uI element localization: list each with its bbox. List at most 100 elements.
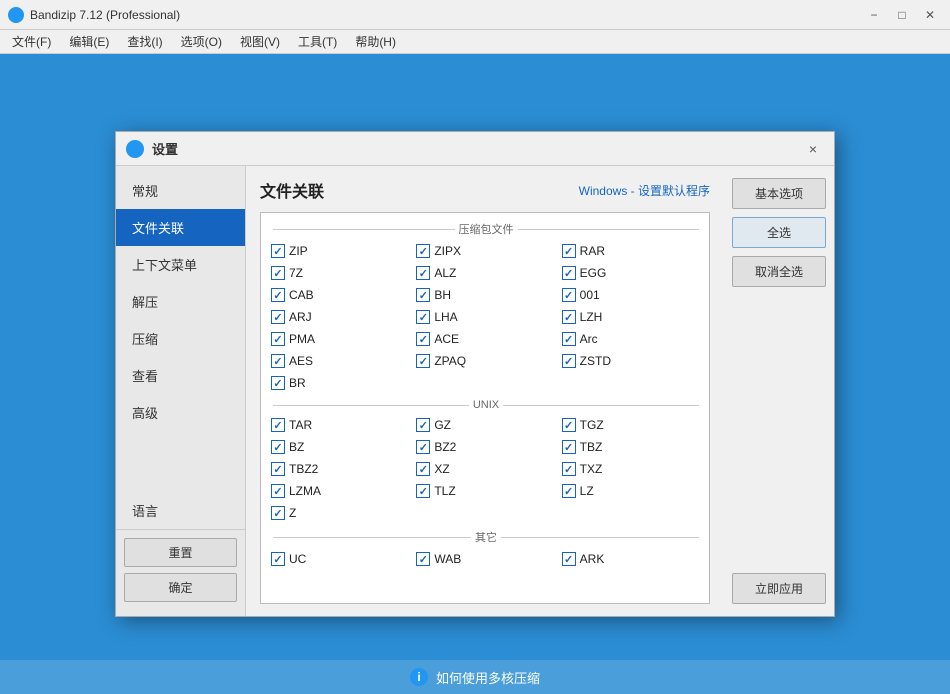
unix-format-grid: TAR GZ TGZ BZ BZ2 TBZ TBZ2 XZ TXZ LZMA T [265, 413, 705, 525]
sidebar-action-buttons: 重置 确定 [116, 529, 245, 610]
list-item: 001 [560, 285, 701, 305]
checkbox-lz[interactable] [562, 484, 576, 498]
checkbox-egg[interactable] [562, 266, 576, 280]
checkbox-br[interactable] [271, 376, 285, 390]
menu-edit[interactable]: 编辑(E) [61, 31, 117, 52]
archive-format-grid: ZIP ZIPX RAR 7Z ALZ EGG CAB BH 001 ARJ L [265, 239, 705, 395]
checkbox-zstd[interactable] [562, 354, 576, 368]
list-item: TAR [269, 415, 410, 435]
checkbox-lha[interactable] [416, 310, 430, 324]
menu-bar: 文件(F) 编辑(E) 查找(I) 选项(O) 视图(V) 工具(T) 帮助(H… [0, 30, 950, 54]
list-item: ALZ [414, 263, 555, 283]
list-item: ARK [560, 549, 701, 569]
checkbox-tar[interactable] [271, 418, 285, 432]
dialog-close-button[interactable]: × [802, 138, 824, 160]
list-item: ZPAQ [414, 351, 555, 371]
basic-options-button[interactable]: 基本选项 [732, 178, 826, 209]
section-label-unix: UNIX [265, 395, 705, 413]
checkbox-tlz[interactable] [416, 484, 430, 498]
checkbox-zip[interactable] [271, 244, 285, 258]
checkbox-aes[interactable] [271, 354, 285, 368]
close-button[interactable]: ✕ [918, 3, 942, 27]
ok-button[interactable]: 确定 [124, 573, 237, 602]
checkbox-001[interactable] [562, 288, 576, 302]
app-title: Bandizip 7.12 (Professional) [30, 8, 862, 22]
list-item: Arc [560, 329, 701, 349]
deselect-all-button[interactable]: 取消全选 [732, 256, 826, 287]
dialog-title: 设置 [152, 139, 802, 158]
checkbox-pma[interactable] [271, 332, 285, 346]
checkbox-arc[interactable] [562, 332, 576, 346]
checkbox-zipx[interactable] [416, 244, 430, 258]
list-item: RAR [560, 241, 701, 261]
list-item: XZ [414, 459, 555, 479]
main-content: 文件关联 Windows - 设置默认程序 压缩包文件 ZIP ZIPX [246, 166, 724, 616]
menu-file[interactable]: 文件(F) [4, 31, 59, 52]
checkbox-7z[interactable] [271, 266, 285, 280]
list-item: BZ2 [414, 437, 555, 457]
window-controls: − □ ✕ [862, 3, 942, 27]
checkbox-lzma[interactable] [271, 484, 285, 498]
menu-options[interactable]: 选项(O) [173, 31, 230, 52]
checkbox-lzh[interactable] [562, 310, 576, 324]
checkbox-xz[interactable] [416, 462, 430, 476]
maximize-button[interactable]: □ [890, 3, 914, 27]
checkbox-rar[interactable] [562, 244, 576, 258]
checkbox-zpaq[interactable] [416, 354, 430, 368]
bottom-bar: i 如何使用多核压缩 [0, 660, 950, 694]
content-title: 文件关联 [260, 178, 324, 202]
sidebar-lang[interactable]: 语言 [116, 492, 245, 529]
sidebar-item-compress[interactable]: 压缩 [116, 320, 245, 357]
menu-find[interactable]: 查找(I) [119, 31, 170, 52]
list-item: 7Z [269, 263, 410, 283]
menu-view[interactable]: 视图(V) [232, 31, 288, 52]
list-item: WAB [414, 549, 555, 569]
checkbox-uc[interactable] [271, 552, 285, 566]
checkbox-gz[interactable] [416, 418, 430, 432]
checkbox-arj[interactable] [271, 310, 285, 324]
checkbox-cab[interactable] [271, 288, 285, 302]
checkbox-tgz[interactable] [562, 418, 576, 432]
reset-button[interactable]: 重置 [124, 538, 237, 567]
checkbox-tbz[interactable] [562, 440, 576, 454]
checkbox-bz[interactable] [271, 440, 285, 454]
other-format-grid: UC WAB ARK [265, 547, 705, 571]
sidebar-item-file-assoc[interactable]: 文件关联 [116, 209, 245, 246]
checkbox-bh[interactable] [416, 288, 430, 302]
checkbox-txz[interactable] [562, 462, 576, 476]
checkbox-wab[interactable] [416, 552, 430, 566]
info-icon: i [410, 668, 428, 686]
list-item: GZ [414, 415, 555, 435]
windows-default-link[interactable]: Windows - 设置默认程序 [579, 182, 710, 199]
list-item: ARJ [269, 307, 410, 327]
list-item: LZ [560, 481, 701, 501]
checkbox-z[interactable] [271, 506, 285, 520]
sidebar-item-extract[interactable]: 解压 [116, 283, 245, 320]
list-item: PMA [269, 329, 410, 349]
sidebar-item-advanced[interactable]: 高级 [116, 394, 245, 431]
list-item: ZSTD [560, 351, 701, 371]
list-item: LZH [560, 307, 701, 327]
list-item: TBZ [560, 437, 701, 457]
sidebar-item-general[interactable]: 常规 [116, 172, 245, 209]
menu-tools[interactable]: 工具(T) [290, 31, 345, 52]
checkbox-bz2[interactable] [416, 440, 430, 454]
menu-help[interactable]: 帮助(H) [347, 31, 404, 52]
sidebar-item-context-menu[interactable]: 上下文菜单 [116, 246, 245, 283]
checklist-wrapper: 压缩包文件 ZIP ZIPX RAR 7Z ALZ EGG CAB BH [260, 212, 710, 604]
sidebar-item-view[interactable]: 查看 [116, 357, 245, 394]
list-item: BR [269, 373, 410, 393]
apply-button[interactable]: 立即应用 [732, 573, 826, 604]
select-all-button[interactable]: 全选 [732, 217, 826, 248]
checkbox-alz[interactable] [416, 266, 430, 280]
checkbox-ark[interactable] [562, 552, 576, 566]
list-item: TGZ [560, 415, 701, 435]
checklist-scroll[interactable]: 压缩包文件 ZIP ZIPX RAR 7Z ALZ EGG CAB BH [261, 213, 709, 603]
list-item: UC [269, 549, 410, 569]
minimize-button[interactable]: − [862, 3, 886, 27]
list-item: AES [269, 351, 410, 371]
checkbox-ace[interactable] [416, 332, 430, 346]
title-bar: Bandizip 7.12 (Professional) − □ ✕ [0, 0, 950, 30]
list-item: LZMA [269, 481, 410, 501]
checkbox-tbz2[interactable] [271, 462, 285, 476]
